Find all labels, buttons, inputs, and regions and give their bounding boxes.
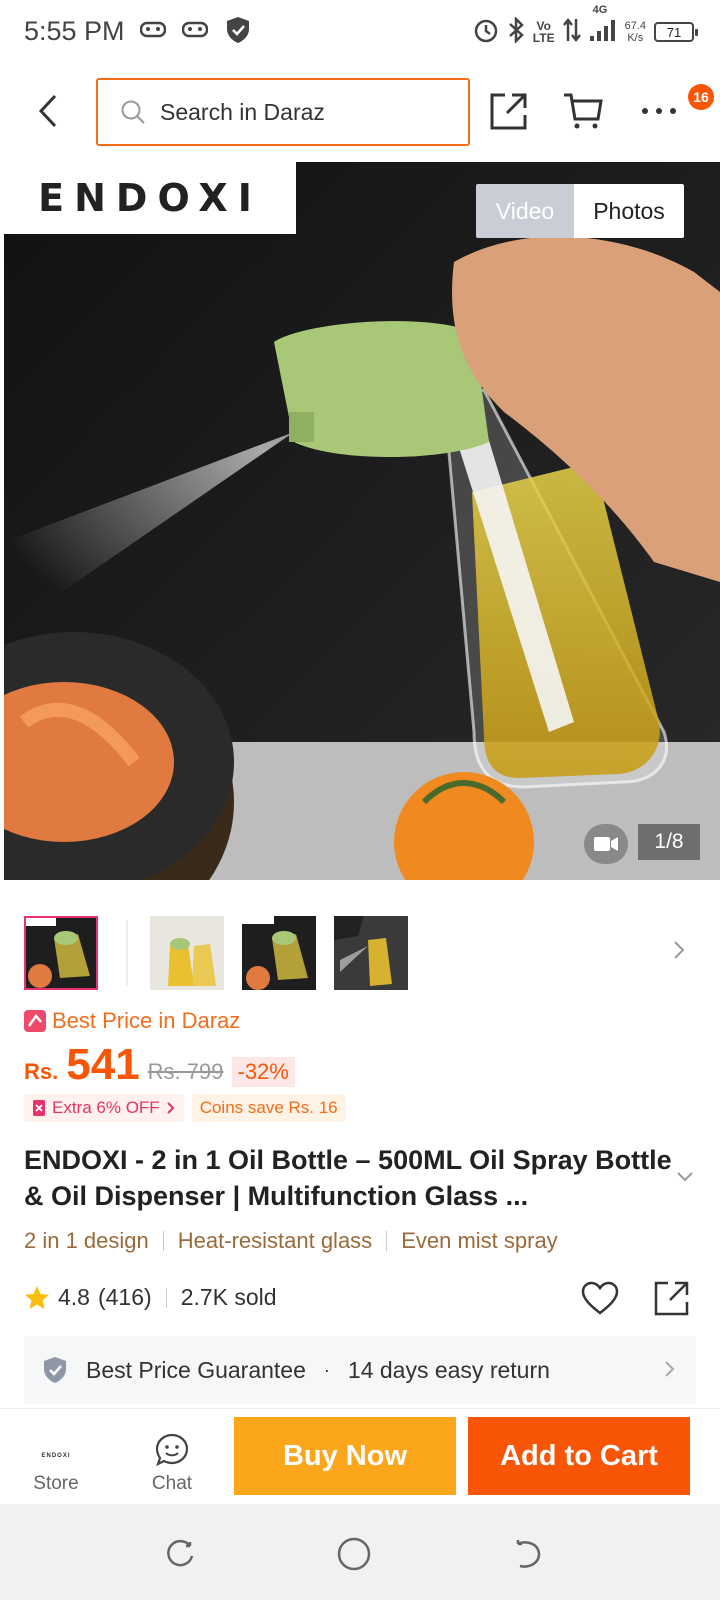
volte-indicator: Vo LTE bbox=[532, 19, 555, 45]
more-icon bbox=[642, 108, 676, 114]
price-tag-icon bbox=[24, 1010, 46, 1032]
add-to-cart-button[interactable]: Add to Cart bbox=[468, 1417, 690, 1495]
chevron-down-icon bbox=[677, 1172, 693, 1182]
alarm-icon bbox=[473, 17, 499, 48]
shield-check-icon bbox=[44, 1357, 66, 1383]
network-speed: 67.4 K/s bbox=[624, 20, 646, 44]
search-icon bbox=[121, 100, 145, 124]
feature-separator bbox=[162, 1231, 164, 1251]
wishlist-button[interactable] bbox=[578, 1276, 622, 1320]
thumbnail-strip bbox=[0, 912, 720, 992]
star-icon bbox=[25, 1285, 49, 1309]
thumbnail-next-button[interactable] bbox=[672, 938, 686, 967]
feature-item: 2 in 1 design bbox=[24, 1228, 149, 1253]
store-button[interactable]: ENDOXI Store bbox=[16, 1425, 96, 1495]
bottom-action-bar: ENDOXI Store Chat Buy Now Add to Cart bbox=[0, 1408, 720, 1504]
gamepad-icon bbox=[181, 18, 209, 45]
promotions-row: Extra 6% OFF Coins save Rs. 16 bbox=[24, 1094, 346, 1122]
share-button[interactable] bbox=[486, 88, 532, 134]
service-guarantee-banner[interactable]: Best Price Guarantee · 14 days easy retu… bbox=[24, 1336, 696, 1404]
search-placeholder: Search in Daraz bbox=[160, 98, 325, 125]
chevron-right-icon bbox=[166, 1102, 175, 1114]
feature-item: Even mist spray bbox=[401, 1228, 558, 1253]
thumbnail-separator bbox=[126, 920, 128, 986]
search-input[interactable]: Search in Daraz bbox=[96, 78, 470, 146]
back-nav-icon bbox=[516, 1540, 541, 1568]
signal-icon: 4G bbox=[589, 4, 617, 47]
rating-value: 4.8 bbox=[58, 1284, 90, 1310]
discount-badge: -32% bbox=[231, 1057, 295, 1087]
rating-row[interactable]: 4.8 (416) 2.7K sold bbox=[24, 1284, 277, 1311]
notification-badge: 16 bbox=[688, 84, 714, 110]
video-tab[interactable]: Video bbox=[476, 184, 574, 238]
guarantee-separator: · bbox=[323, 1359, 330, 1380]
feature-highlights: 2 in 1 design Heat-resistant glass Even … bbox=[24, 1228, 558, 1254]
chevron-left-icon bbox=[38, 94, 57, 128]
feature-item: Heat-resistant glass bbox=[177, 1228, 373, 1253]
system-navigation-bar bbox=[0, 1504, 720, 1600]
thumbnail-1[interactable] bbox=[24, 916, 98, 990]
review-count: (416) bbox=[97, 1284, 152, 1310]
recent-apps-button[interactable] bbox=[160, 1534, 200, 1574]
photos-tab[interactable]: Photos bbox=[574, 184, 684, 238]
cart-icon bbox=[564, 93, 603, 129]
image-counter: 1/8 bbox=[638, 824, 700, 860]
current-price: 541 bbox=[66, 1040, 140, 1089]
play-video-button[interactable] bbox=[584, 824, 628, 864]
product-title: ENDOXI - 2 in 1 Oil Bottle – 500ML Oil S… bbox=[24, 1145, 672, 1211]
more-options-button[interactable] bbox=[636, 88, 682, 134]
video-camera-icon bbox=[594, 837, 618, 851]
coins-save-chip[interactable]: Coins save Rs. 16 bbox=[191, 1094, 346, 1122]
original-price: Rs. 799 bbox=[147, 1059, 224, 1084]
cart-button[interactable] bbox=[560, 88, 606, 134]
back-button[interactable] bbox=[28, 88, 68, 134]
price-currency: Rs. bbox=[24, 1059, 59, 1084]
home-icon bbox=[337, 1537, 371, 1571]
thumbnail-2[interactable] bbox=[150, 916, 224, 990]
gamepad-icon bbox=[139, 18, 167, 45]
chat-label: Chat bbox=[151, 1473, 193, 1494]
product-image-gallery[interactable]: ENDOXI Video Photos 1/8 bbox=[4, 162, 720, 880]
shield-icon bbox=[226, 16, 250, 49]
data-arrows-icon bbox=[562, 17, 581, 48]
buy-now-button[interactable]: Buy Now bbox=[234, 1417, 456, 1495]
top-navigation-bar: Search in Daraz 16 bbox=[0, 64, 720, 158]
best-price-label: Best Price in Daraz bbox=[24, 1008, 240, 1034]
home-button[interactable] bbox=[334, 1534, 374, 1574]
product-photo bbox=[4, 162, 720, 880]
share-product-button[interactable] bbox=[650, 1276, 694, 1320]
battery-indicator: 71 bbox=[654, 22, 698, 42]
voucher-icon bbox=[33, 1100, 45, 1116]
brand-logo: ENDOXI bbox=[38, 176, 262, 220]
bluetooth-icon bbox=[507, 15, 525, 48]
store-logo: ENDOXI bbox=[41, 1453, 71, 1459]
brand-banner: ENDOXI bbox=[4, 162, 296, 234]
rating-separator bbox=[165, 1287, 167, 1308]
status-bar: 5:55 PM Vo LTE 4G 67.4 K/s 71 bbox=[0, 0, 720, 64]
expand-title-button[interactable] bbox=[676, 1170, 694, 1188]
store-label: Store bbox=[33, 1473, 79, 1494]
chat-icon bbox=[155, 1433, 189, 1467]
heart-icon bbox=[581, 1281, 619, 1315]
price-row: Rs. 541 Rs. 799 -32% bbox=[24, 1040, 295, 1090]
share-icon bbox=[654, 1281, 689, 1316]
media-type-toggle: Video Photos bbox=[476, 184, 684, 238]
chat-button[interactable]: Chat bbox=[132, 1425, 212, 1495]
status-time: 5:55 PM bbox=[24, 16, 125, 46]
chevron-right-icon bbox=[664, 1358, 676, 1385]
recents-icon bbox=[167, 1539, 194, 1567]
extra-off-chip[interactable]: Extra 6% OFF bbox=[24, 1094, 184, 1122]
easy-return: 14 days easy return bbox=[347, 1356, 550, 1383]
feature-separator bbox=[386, 1231, 388, 1251]
sold-count: 2.7K sold bbox=[180, 1284, 277, 1310]
best-price-guarantee: Best Price Guarantee bbox=[86, 1356, 306, 1383]
chevron-right-icon bbox=[674, 941, 685, 959]
share-icon bbox=[490, 93, 527, 130]
thumbnail-3[interactable] bbox=[242, 916, 316, 990]
thumbnail-4[interactable] bbox=[334, 916, 408, 990]
back-nav-button[interactable] bbox=[508, 1534, 548, 1574]
